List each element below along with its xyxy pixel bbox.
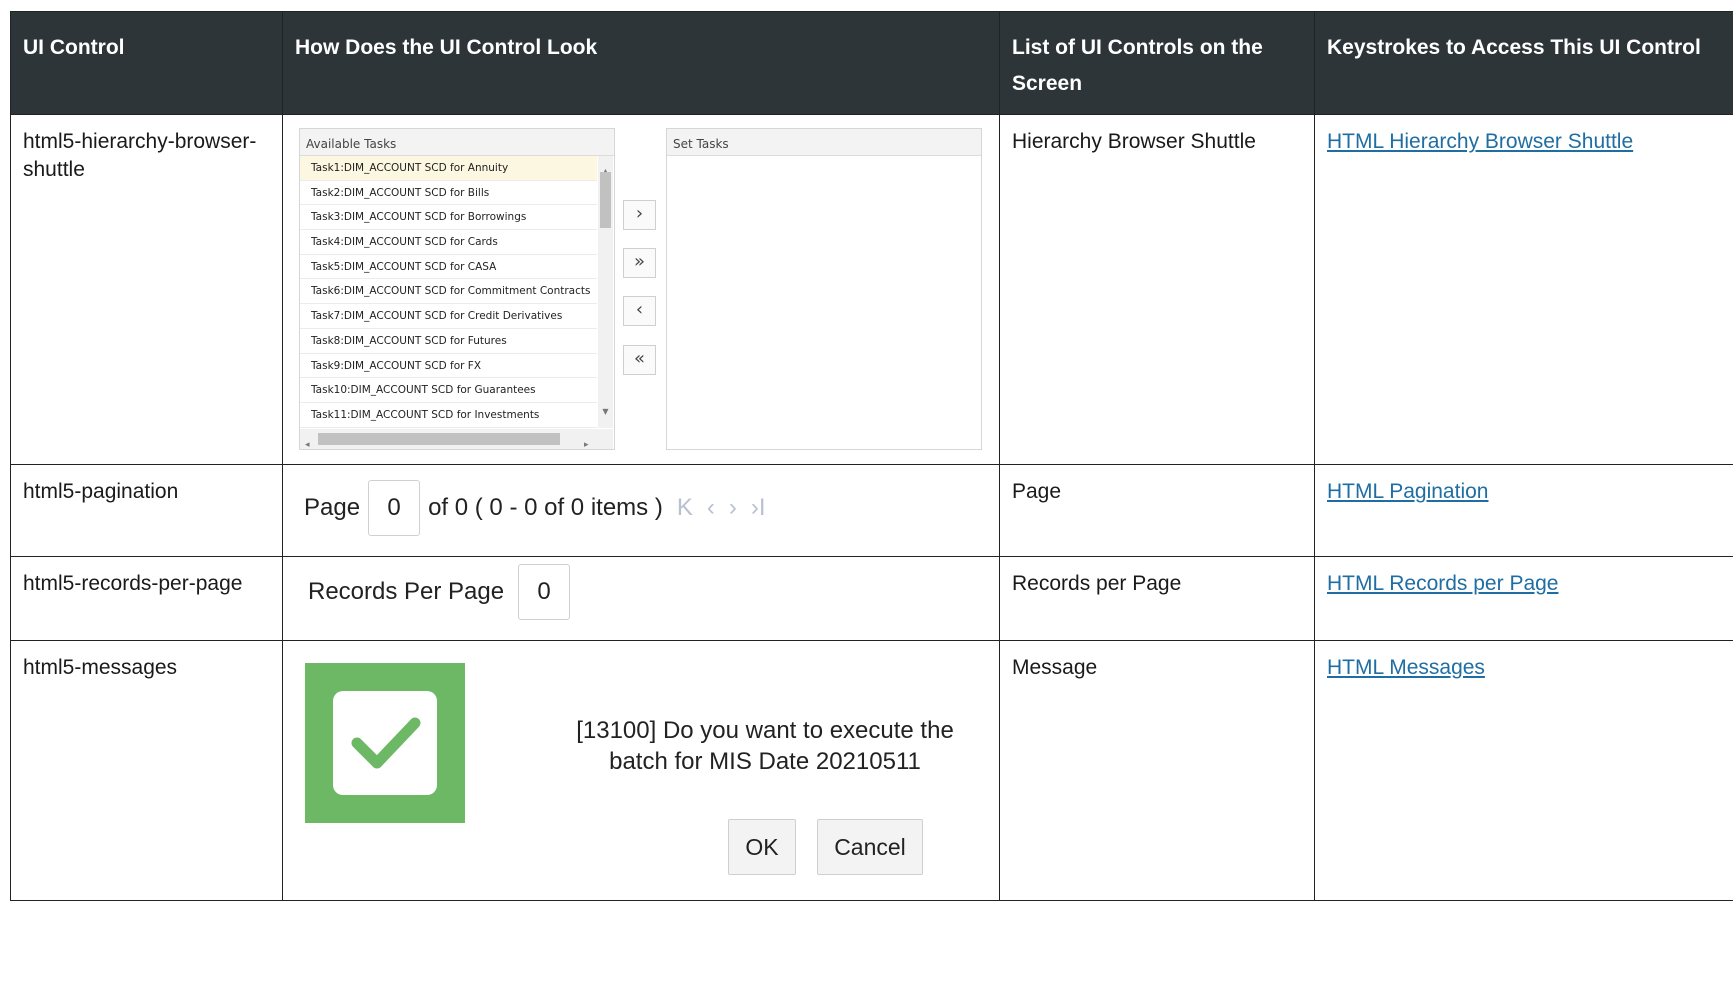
table-row: html5-hierarchy-browser-shuttle Availabl… bbox=[10, 114, 1733, 465]
header-list-controls: List of UI Controls on the Screen bbox=[999, 11, 1315, 115]
page-summary: of 0 ( 0 - 0 of 0 items ) bbox=[428, 494, 663, 521]
preview-cell: Page 0 of 0 ( 0 - 0 of 0 items ) K ‹ › ›… bbox=[282, 464, 1000, 557]
hierarchy-browser-shuttle: Available Tasks Task1:DIM_ACCOUNT SCD fo… bbox=[299, 128, 982, 452]
pagination-link[interactable]: HTML Pagination bbox=[1327, 480, 1488, 503]
list-item[interactable]: Task10:DIM_ACCOUNT SCD for Guarantees bbox=[300, 378, 597, 403]
set-tasks-pane[interactable]: Set Tasks bbox=[666, 128, 982, 450]
vertical-scrollbar[interactable]: ▲ ▼ bbox=[598, 156, 613, 428]
page-input[interactable]: 0 bbox=[368, 480, 421, 536]
list-item[interactable]: Task11:DIM_ACCOUNT SCD for Investments bbox=[300, 403, 597, 428]
list-item[interactable]: Task4:DIM_ACCOUNT SCD for Cards bbox=[300, 230, 597, 255]
control-name-cell: html5-records-per-page bbox=[10, 556, 283, 641]
preview-cell: Records Per Page 0 bbox=[282, 556, 1000, 641]
list-item[interactable]: Task2:DIM_ACCOUNT SCD for Bills bbox=[300, 181, 597, 206]
records-per-page-label: Records Per Page bbox=[308, 578, 505, 605]
hierarchy-browser-shuttle-link[interactable]: HTML Hierarchy Browser Shuttle bbox=[1327, 130, 1633, 153]
set-tasks-title: Set Tasks bbox=[667, 129, 981, 156]
horizontal-scrollbar[interactable]: ◂ ▸ bbox=[300, 429, 613, 450]
scroll-down-icon[interactable]: ▼ bbox=[598, 398, 613, 426]
keystrokes-cell: HTML Pagination bbox=[1314, 464, 1733, 557]
list-item[interactable]: Task9:DIM_ACCOUNT SCD for FX bbox=[300, 354, 597, 379]
available-tasks-title: Available Tasks bbox=[300, 129, 614, 156]
table-row: html5-records-per-page Records Per Page … bbox=[10, 556, 1733, 641]
control-name-cell: html5-pagination bbox=[10, 464, 283, 557]
success-check-icon bbox=[305, 663, 465, 823]
move-all-left-button[interactable]: « bbox=[623, 345, 656, 375]
keystrokes-cell: HTML Messages bbox=[1314, 640, 1733, 901]
list-controls-cell: Records per Page bbox=[999, 556, 1315, 641]
header-row: UI Control How Does the UI Control Look … bbox=[10, 11, 1733, 115]
move-left-button[interactable]: ‹ bbox=[623, 296, 656, 326]
control-name-cell: html5-messages bbox=[10, 640, 283, 901]
list-item[interactable]: Task7:DIM_ACCOUNT SCD for Credit Derivat… bbox=[300, 304, 597, 329]
next-page-icon[interactable]: › bbox=[729, 494, 737, 522]
ui-controls-table: UI Control How Does the UI Control Look … bbox=[10, 11, 1733, 901]
list-item[interactable]: Task8:DIM_ACCOUNT SCD for Futures bbox=[300, 329, 597, 354]
header-keystrokes: Keystrokes to Access This UI Control bbox=[1314, 11, 1733, 115]
header-ui-control: UI Control bbox=[10, 11, 283, 115]
keystrokes-cell: HTML Records per Page bbox=[1314, 556, 1733, 641]
list-controls-cell: Hierarchy Browser Shuttle bbox=[999, 114, 1315, 465]
page-label: Page bbox=[304, 494, 361, 521]
table-row: html5-pagination Page 0 of 0 ( 0 - 0 of … bbox=[10, 464, 1733, 557]
preview-cell: [13100] Do you want to execute the batch… bbox=[282, 640, 1000, 901]
table-row: html5-messages [13100] Do you want to ex… bbox=[10, 640, 1733, 901]
list-controls-cell: Page bbox=[999, 464, 1315, 557]
cancel-button[interactable]: Cancel bbox=[817, 819, 923, 875]
horizontal-scroll-thumb[interactable] bbox=[318, 433, 560, 445]
vertical-scroll-thumb[interactable] bbox=[600, 172, 611, 228]
preview-cell: Available Tasks Task1:DIM_ACCOUNT SCD fo… bbox=[282, 114, 1000, 465]
ok-button[interactable]: OK bbox=[728, 819, 796, 875]
keystrokes-cell: HTML Hierarchy Browser Shuttle bbox=[1314, 114, 1733, 465]
list-item[interactable]: Task5:DIM_ACCOUNT SCD for CASA bbox=[300, 255, 597, 280]
prev-page-icon[interactable]: ‹ bbox=[707, 494, 715, 522]
scroll-left-icon[interactable]: ◂ bbox=[305, 431, 310, 459]
message-dialog: [13100] Do you want to execute the batch… bbox=[295, 653, 987, 889]
records-per-page-input[interactable]: 0 bbox=[518, 564, 571, 620]
list-controls-cell: Message bbox=[999, 640, 1315, 901]
move-all-right-button[interactable]: » bbox=[623, 248, 656, 278]
list-item[interactable]: Task6:DIM_ACCOUNT SCD for Commitment Con… bbox=[300, 279, 597, 305]
list-item[interactable]: Task1:DIM_ACCOUNT SCD for Annuity bbox=[300, 156, 597, 181]
available-task-list: Task1:DIM_ACCOUNT SCD for Annuity Task2:… bbox=[300, 156, 597, 428]
records-per-page-control: Records Per Page 0 bbox=[308, 563, 987, 621]
available-tasks-pane: Available Tasks Task1:DIM_ACCOUNT SCD fo… bbox=[299, 128, 615, 450]
header-how-look: How Does the UI Control Look bbox=[282, 11, 1000, 115]
first-page-icon[interactable]: K bbox=[677, 494, 693, 522]
last-page-icon[interactable]: ›I bbox=[751, 494, 766, 522]
messages-link[interactable]: HTML Messages bbox=[1327, 656, 1485, 679]
message-text: [13100] Do you want to execute the batch… bbox=[576, 717, 954, 775]
pagination-control: Page 0 of 0 ( 0 - 0 of 0 items ) K ‹ › ›… bbox=[304, 478, 989, 538]
list-item[interactable]: Task3:DIM_ACCOUNT SCD for Borrowings bbox=[300, 205, 597, 231]
move-right-button[interactable]: › bbox=[623, 200, 656, 230]
control-name-cell: html5-hierarchy-browser-shuttle bbox=[10, 114, 283, 465]
scroll-right-icon[interactable]: ▸ bbox=[584, 431, 589, 459]
records-per-page-link[interactable]: HTML Records per Page bbox=[1327, 572, 1558, 595]
